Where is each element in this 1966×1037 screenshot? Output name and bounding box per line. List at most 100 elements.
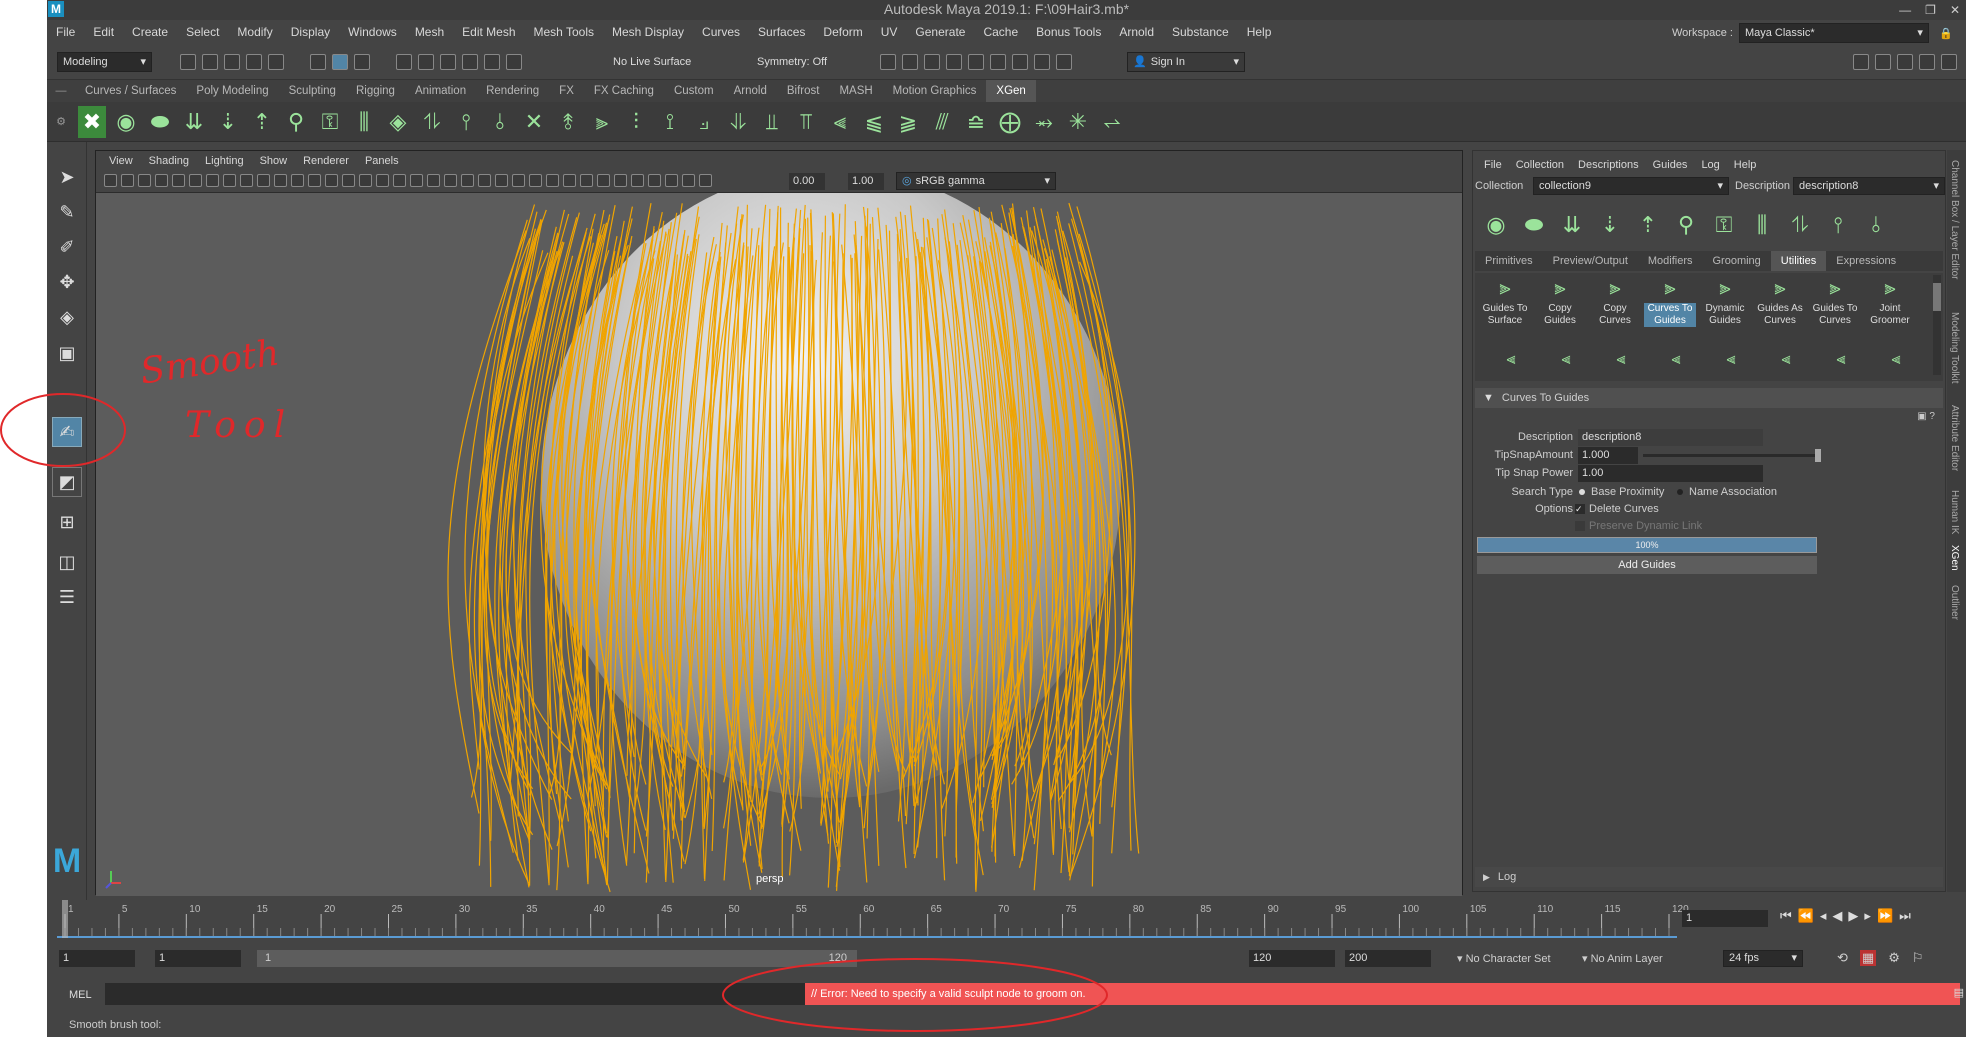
utility-curves-to-guides-button[interactable]: ⫸ Curves To Guides (1644, 273, 1696, 327)
help-icon[interactable]: ▣ ? (1917, 411, 1935, 422)
snap-point-icon[interactable] (440, 54, 456, 70)
collection-dropdown[interactable]: collection9 ▾ (1533, 177, 1729, 195)
viewport-tool-5-icon[interactable] (172, 174, 185, 187)
workspace-dropdown[interactable]: Maya Classic* ▾ (1738, 23, 1929, 43)
viewport-tool-27-icon[interactable] (546, 174, 559, 187)
scene-start-field[interactable]: 1 (59, 950, 135, 967)
step-back-key-icon[interactable]: ⏪ (1798, 908, 1814, 924)
menu-curves[interactable]: Curves (693, 20, 749, 44)
xgen-shelf-tool-4-icon[interactable]: ⇊ (180, 106, 208, 138)
viewport-tool-7-icon[interactable] (206, 174, 219, 187)
radio-name-association[interactable]: Name Association (1677, 486, 1777, 498)
utility-guides-to-surface-button[interactable]: ⫸ Guides To Surface (1479, 273, 1531, 327)
tipsnap-slider[interactable] (1643, 449, 1821, 462)
perspective-viewport[interactable]: View Shading Lighting Show Renderer Panels 0.… (95, 150, 1463, 896)
xgen-shelf-tool-21-icon[interactable]: ⫫ (758, 106, 786, 138)
xgen-toolbar-10-icon[interactable]: ⫯ (1824, 209, 1852, 241)
xgen-shelf-tool-31-icon[interactable]: ⥋ (1098, 106, 1126, 138)
xgen-toolbar-4-icon[interactable]: ⇣ (1596, 209, 1624, 241)
radio-base-proximity[interactable]: Base Proximity (1579, 486, 1664, 498)
scale-tool-icon[interactable]: ▣ (52, 338, 82, 368)
xgen-toolbar-3-icon[interactable]: ⇊ (1558, 209, 1586, 241)
xgen-shelf-tool-18-icon[interactable]: ⟟ (656, 106, 684, 138)
shelf-tab-xgen[interactable]: XGen (986, 80, 1036, 102)
xgen-shelf-tool-12-icon[interactable]: ⫯ (452, 106, 480, 138)
xgen-shelf-tool-25-icon[interactable]: ⫺ (894, 106, 922, 138)
xgen-menu-log[interactable]: Log (1694, 155, 1726, 175)
viewport-scene[interactable]: persp (96, 193, 1462, 896)
lasso-tool-icon[interactable]: ✎ (52, 197, 82, 227)
viewport-tool-8-icon[interactable] (223, 174, 236, 187)
auto-key-icon[interactable]: ▦ (1859, 950, 1877, 966)
pause-icon[interactable] (1034, 54, 1050, 70)
viewport-tool-17-icon[interactable] (376, 174, 389, 187)
menu-edit[interactable]: Edit (84, 20, 123, 44)
xgen-shelf-tool-1-icon[interactable]: ✖ (78, 105, 106, 138)
viewport-tool-30-icon[interactable] (597, 174, 610, 187)
live-surface-label[interactable]: No Live Surface (613, 56, 691, 68)
select-tool-icon[interactable]: ➤ (52, 162, 82, 192)
xgen-shelf-tool-30-icon[interactable]: ✳ (1064, 106, 1092, 138)
time-slider[interactable]: 1 5 10 15 20 25 30 35 40 45 50 55 60 65 70 75 80 85 90 95 10… (57, 900, 1966, 940)
shelf-tab-rigging[interactable]: Rigging (346, 80, 405, 102)
xgen-tab-utilities[interactable]: Utilities (1770, 251, 1827, 271)
xgen-toolbar-6-icon[interactable]: ⚲ (1672, 209, 1700, 241)
current-time-marker[interactable] (62, 900, 68, 938)
viewport-tool-6-icon[interactable] (189, 174, 202, 187)
utility-joint-groomer-button[interactable]: ⫸ Joint Groomer (1864, 273, 1916, 327)
viewport-tool-25-icon[interactable] (512, 174, 525, 187)
single-view-layout-icon[interactable]: ◩ (52, 467, 82, 497)
scene-end-field[interactable]: 200 (1345, 950, 1431, 967)
xgen-menu-descriptions[interactable]: Descriptions (1571, 155, 1646, 175)
undo-icon[interactable] (246, 54, 262, 70)
utility-guides-as-curves-button[interactable]: ⫸ Guides As Curves (1754, 273, 1806, 327)
script-language-label[interactable]: MEL (69, 989, 92, 1001)
shelf-tab-motion-graphics[interactable]: Motion Graphics (883, 80, 987, 102)
viewport-tool-35-icon[interactable] (682, 174, 695, 187)
menu-arnold[interactable]: Arnold (1110, 20, 1163, 44)
xgen-shelf-tool-24-icon[interactable]: ⫹ (860, 106, 888, 138)
viewport-tool-12-icon[interactable] (291, 174, 304, 187)
xgen-shelf-tool-9-icon[interactable]: ⫼ (350, 106, 378, 138)
menu-mesh-display[interactable]: Mesh Display (603, 20, 693, 44)
menu-uv[interactable]: UV (872, 20, 907, 44)
xgen-shelf-tool-13-icon[interactable]: ⫰ (486, 106, 514, 138)
render-view-icon[interactable] (968, 54, 984, 70)
side-tab-human-ik[interactable]: Human IK (1949, 490, 1960, 534)
xgen-tab-grooming[interactable]: Grooming (1703, 251, 1771, 271)
viewport-tool-36-icon[interactable] (699, 174, 712, 187)
attribute-editor-icon[interactable] (1897, 54, 1913, 70)
shelf-tab-curves-surfaces[interactable]: Curves / Surfaces (75, 80, 186, 102)
xgen-toolbar-9-icon[interactable]: ⥮ (1786, 209, 1814, 241)
xgen-shelf-tool-8-icon[interactable]: ⚿ (316, 106, 344, 138)
viewport-tool-26-icon[interactable] (529, 174, 542, 187)
shelf-tab-mash[interactable]: MASH (829, 80, 882, 102)
ghost-icon[interactable]: ⚐ (1912, 950, 1924, 966)
select-hierarchy-icon[interactable] (310, 54, 326, 70)
redo-icon[interactable] (268, 54, 284, 70)
shelf-tab-fx[interactable]: FX (549, 80, 584, 102)
xgen-shelf-tool-5-icon[interactable]: ⇣ (214, 106, 242, 138)
viewport-tool-3-icon[interactable] (138, 174, 151, 187)
xgen-shelf-tool-10-icon[interactable]: ◈ (384, 106, 412, 138)
xgen-toolbar-2-icon[interactable]: ⬬ (1520, 209, 1548, 241)
shelf-tab-arnold[interactable]: Arnold (724, 80, 777, 102)
utility-row2-3-icon[interactable]: ⫷ (1595, 351, 1647, 369)
utility-row2-8-icon[interactable]: ⫷ (1870, 351, 1922, 369)
open-scene-icon[interactable] (202, 54, 218, 70)
menu-file[interactable]: File (47, 20, 84, 44)
utility-row2-6-icon[interactable]: ⫷ (1760, 351, 1812, 369)
arnold-render-icon[interactable] (990, 54, 1006, 70)
xgen-shelf-tool-16-icon[interactable]: ⫸ (588, 106, 616, 138)
current-frame-field[interactable]: 1 (1682, 910, 1768, 927)
select-component-icon[interactable] (354, 54, 370, 70)
xgen-shelf-tool-28-icon[interactable]: ⨁ (996, 106, 1024, 138)
viewport-menu-show[interactable]: Show (252, 151, 296, 171)
viewport-tool-4-icon[interactable] (155, 174, 168, 187)
xgen-shelf-tool-19-icon[interactable]: ⟓ (690, 106, 718, 138)
xgen-shelf-tool-20-icon[interactable]: ⥥ (724, 106, 752, 138)
snap-surface-icon[interactable] (484, 54, 500, 70)
xgen-shelf-tool-11-icon[interactable]: ⥮ (418, 106, 446, 138)
sign-in-button[interactable]: 👤 Sign In ▾ (1127, 52, 1245, 72)
viewport-tool-22-icon[interactable] (461, 174, 474, 187)
